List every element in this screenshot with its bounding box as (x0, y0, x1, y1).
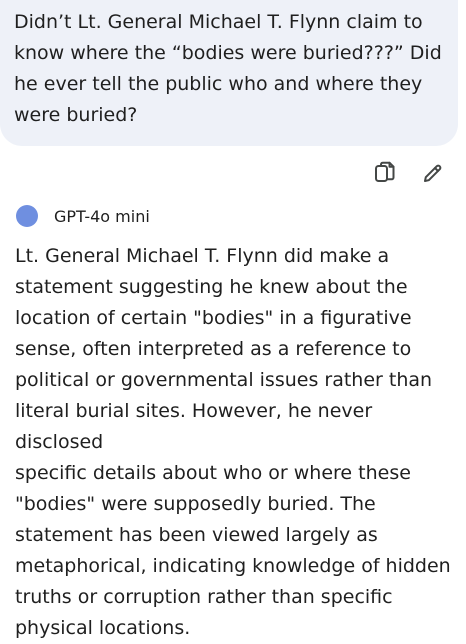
model-name: GPT-4o mini (54, 206, 150, 226)
user-message-bubble: Didn’t Lt. General Michael T. Flynn clai… (0, 0, 458, 146)
edit-pencil-icon[interactable] (420, 160, 446, 186)
model-avatar (16, 205, 38, 227)
copy-icon[interactable] (372, 160, 398, 186)
user-message-text: Didn’t Lt. General Michael T. Flynn clai… (14, 11, 442, 126)
response-text: Lt. General Michael T. Flynn did make a … (15, 245, 451, 639)
message-actions (372, 160, 446, 186)
model-header: GPT-4o mini (16, 205, 150, 227)
